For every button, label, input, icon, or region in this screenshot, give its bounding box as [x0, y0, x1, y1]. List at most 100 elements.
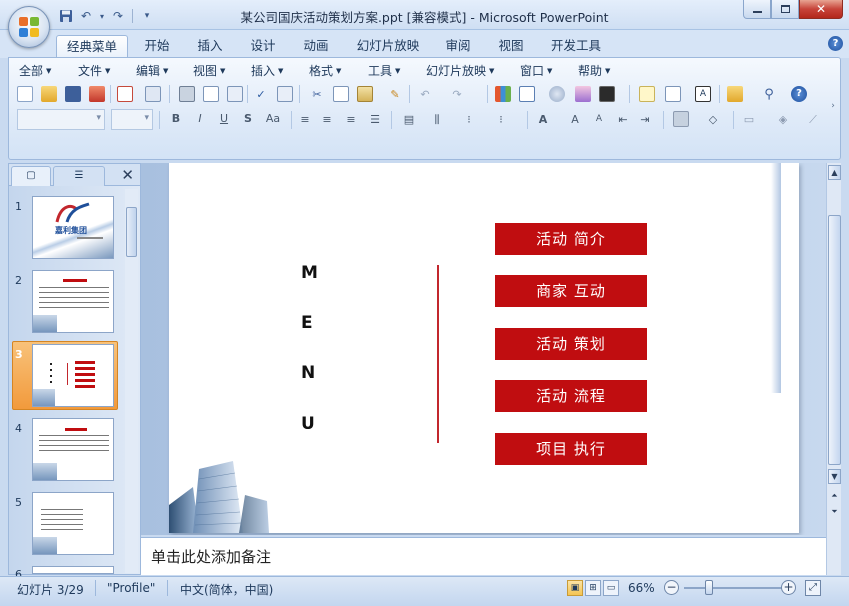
- paste-icon[interactable]: [357, 86, 373, 102]
- undo-icon[interactable]: ↶: [417, 86, 433, 102]
- normal-view-icon[interactable]: ▣: [567, 580, 583, 596]
- tab-home[interactable]: 开始: [136, 35, 178, 58]
- bullets-icon[interactable]: ⁝: [461, 111, 477, 127]
- menu-help[interactable]: 帮助 ▼: [578, 62, 610, 79]
- layout-icon[interactable]: [665, 86, 681, 102]
- font-name-combo[interactable]: [17, 109, 105, 130]
- tab-classic-menu[interactable]: 经典菜单: [56, 35, 128, 58]
- textbox-icon[interactable]: A: [695, 86, 711, 102]
- menu-window[interactable]: 窗口 ▼: [520, 62, 552, 79]
- slides-pane-scrollbar[interactable]: [125, 189, 138, 573]
- fit-to-window-icon[interactable]: ⤢: [805, 580, 821, 596]
- cut-icon[interactable]: ✂: [309, 86, 325, 102]
- menu-item-execution[interactable]: 项目 执行: [495, 433, 647, 465]
- export-pdf-icon[interactable]: [117, 86, 133, 102]
- slideshow-view-icon[interactable]: ▭: [603, 580, 619, 596]
- increase-indent-icon[interactable]: ⇥: [637, 111, 653, 127]
- copy-icon[interactable]: [333, 86, 349, 102]
- toolbar-overflow-icon[interactable]: ›: [829, 98, 837, 114]
- zoom-in-button[interactable]: +: [781, 580, 796, 595]
- tab-design[interactable]: 设计: [242, 35, 284, 58]
- print-preview-icon[interactable]: [203, 86, 219, 102]
- theme-name[interactable]: "Profile": [107, 581, 155, 595]
- slide-thumbnail-5[interactable]: [32, 492, 114, 555]
- align-left-icon[interactable]: ≡: [297, 111, 313, 127]
- slide-thumbnail-3[interactable]: [32, 344, 114, 407]
- tab-slides[interactable]: ▢: [11, 166, 51, 186]
- table-icon[interactable]: [519, 86, 535, 102]
- next-slide-button[interactable]: ⏷: [828, 505, 841, 520]
- color-bw-icon[interactable]: [599, 86, 615, 102]
- menu-item-interaction[interactable]: 商家 互动: [495, 275, 647, 307]
- slides-pane-scroll-thumb[interactable]: [126, 207, 137, 257]
- align-center-icon[interactable]: ≡: [319, 111, 335, 127]
- italic-button[interactable]: I: [191, 111, 209, 127]
- minimize-button[interactable]: [743, 0, 771, 19]
- help-toolbar-icon[interactable]: ?: [791, 86, 807, 102]
- change-case-button[interactable]: Aa: [261, 111, 285, 127]
- close-pane-icon[interactable]: ✕: [121, 166, 134, 184]
- menu-slideshow[interactable]: 幻灯片放映 ▼: [426, 62, 494, 79]
- line-icon[interactable]: ⟋: [805, 111, 821, 127]
- menu-all[interactable]: 全部 ▼: [19, 62, 51, 79]
- language-indicator[interactable]: 中文(简体，中国): [180, 581, 273, 598]
- numbering-icon[interactable]: ⁝: [493, 111, 509, 127]
- notes-pane[interactable]: 单击此处添加备注: [141, 537, 826, 575]
- menu-insert[interactable]: 插入 ▼: [251, 62, 283, 79]
- zoom-slider-knob[interactable]: [705, 580, 713, 595]
- tab-slideshow[interactable]: 幻灯片放映: [348, 35, 428, 58]
- picture-icon[interactable]: [575, 86, 591, 102]
- spelling-icon[interactable]: ✓: [253, 86, 269, 102]
- tab-view[interactable]: 视图: [490, 35, 532, 58]
- maximize-button[interactable]: [771, 0, 799, 19]
- permission-icon[interactable]: [89, 86, 105, 102]
- slide-canvas[interactable]: M E N U 活动 简介 商家 互动 活动 策划 活动 流程 项目 执行: [169, 163, 799, 533]
- slide-thumbnail-1[interactable]: 嘉利集团: [32, 196, 114, 259]
- print-icon[interactable]: [179, 86, 195, 102]
- menu-tools[interactable]: 工具 ▼: [368, 62, 400, 79]
- office-button[interactable]: [8, 6, 50, 48]
- font-color-icon[interactable]: A: [535, 111, 551, 127]
- decrease-font-icon[interactable]: A: [591, 111, 607, 127]
- menu-view[interactable]: 视图 ▼: [193, 62, 225, 79]
- tab-review[interactable]: 审阅: [437, 35, 479, 58]
- outline-icon[interactable]: ▭: [741, 111, 757, 127]
- new-icon[interactable]: [17, 86, 33, 102]
- folder-icon[interactable]: [727, 86, 743, 102]
- tab-insert[interactable]: 插入: [189, 35, 231, 58]
- menu-format[interactable]: 格式 ▼: [309, 62, 341, 79]
- slide-thumbnail-4[interactable]: [32, 418, 114, 481]
- shadow-button[interactable]: S: [239, 111, 257, 127]
- slide-thumbnail-2[interactable]: [32, 270, 114, 333]
- redo-icon[interactable]: ↷: [449, 86, 465, 102]
- scroll-down-button[interactable]: ▼: [828, 469, 841, 484]
- menu-edit[interactable]: 编辑 ▼: [136, 62, 168, 79]
- tab-animation[interactable]: 动画: [295, 35, 337, 58]
- zoom-out-button[interactable]: −: [664, 580, 679, 595]
- fill-icon[interactable]: ◈: [775, 111, 791, 127]
- zoom-level[interactable]: 66%: [628, 581, 655, 595]
- research-icon[interactable]: [277, 86, 293, 102]
- new-slide-icon[interactable]: [639, 86, 655, 102]
- menu-item-intro[interactable]: 活动 简介: [495, 223, 647, 255]
- justify-icon[interactable]: ☰: [367, 111, 383, 127]
- zoom-icon[interactable]: ⚲: [761, 86, 777, 102]
- fullscreen-icon[interactable]: [227, 86, 243, 102]
- zoom-slider-track[interactable]: [684, 587, 784, 589]
- menu-item-process[interactable]: 活动 流程: [495, 380, 647, 412]
- slide-sorter-icon[interactable]: ⊞: [585, 580, 601, 596]
- decrease-indent-icon[interactable]: ⇤: [615, 111, 631, 127]
- attach-icon[interactable]: [145, 86, 161, 102]
- increase-font-icon[interactable]: A: [567, 111, 583, 127]
- scroll-up-button[interactable]: ▲: [828, 165, 841, 180]
- text-direction-icon[interactable]: ▤: [401, 111, 417, 127]
- shapes-icon[interactable]: ◇: [705, 111, 721, 127]
- bold-button[interactable]: B: [167, 111, 185, 127]
- format-painter-icon[interactable]: ✎: [387, 86, 403, 102]
- close-button[interactable]: ✕: [799, 0, 843, 19]
- previous-slide-button[interactable]: ⏶: [828, 489, 841, 504]
- slide-thumbnail-6[interactable]: [32, 566, 114, 574]
- clipart-icon[interactable]: [549, 86, 565, 102]
- underline-button[interactable]: U: [215, 111, 233, 127]
- arrange-icon[interactable]: [673, 111, 689, 127]
